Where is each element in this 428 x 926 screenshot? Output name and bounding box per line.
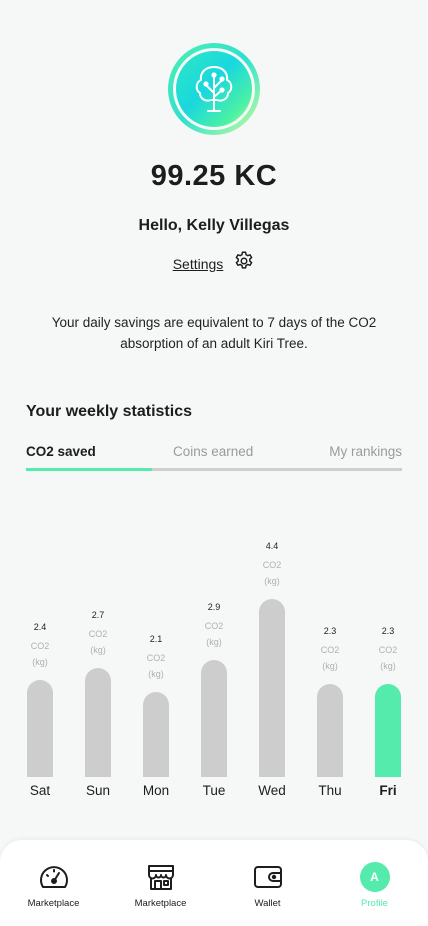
tab-active-indicator [26, 468, 152, 471]
bar-sun [85, 667, 111, 777]
bar-unit-label: (kg) [148, 668, 164, 679]
gear-icon[interactable] [233, 250, 255, 277]
bar-day-label: Fri [379, 783, 397, 798]
bar-unit-label: CO2 [320, 644, 340, 655]
nav-label: Marketplace [27, 898, 80, 909]
bar-unit-label: CO2 [30, 640, 50, 651]
nav-item-marketplace[interactable]: Marketplace [107, 840, 214, 926]
bar-unit-label: CO2 [204, 620, 224, 631]
tree-icon [176, 51, 252, 127]
bar-day-label: Sat [29, 783, 51, 798]
nav-item-wallet[interactable]: Wallet [214, 840, 321, 926]
user-greeting: Hello, Kelly Villegas [138, 217, 290, 234]
wallet-icon [253, 860, 283, 894]
tab-co2-saved[interactable]: CO2 saved [26, 444, 96, 459]
bar-unit-label: (kg) [206, 636, 222, 647]
bar-unit-label: (kg) [322, 660, 338, 671]
avatar-ring [173, 48, 255, 130]
savings-description: Your daily savings are equivalent to 7 d… [51, 315, 377, 351]
bar-unit-label: CO2 [88, 628, 108, 639]
bar-day-label: Wed [258, 783, 286, 798]
bar-value-label: 4.4 [265, 540, 279, 551]
bar-unit-label: CO2 [378, 644, 398, 655]
nav-label: Profile [361, 898, 388, 909]
bar-wed [259, 598, 285, 777]
weekly-stats-title: Your weekly statistics [26, 403, 192, 420]
bar-day-label: Mon [142, 783, 170, 798]
tab-coins-earned[interactable]: Coins earned [173, 444, 253, 459]
profile-icon-wrap: A [359, 860, 390, 894]
bar-unit-label: (kg) [32, 656, 48, 667]
bar-unit-label: (kg) [380, 660, 396, 671]
profile-avatar-icon: A [359, 862, 390, 892]
bar-day-label: Thu [318, 783, 342, 798]
bar-thu [317, 683, 343, 777]
bar-value-label: 2.4 [33, 621, 47, 632]
bar-sat [27, 679, 53, 777]
bar-day-label: Tue [202, 783, 226, 798]
speedometer-icon [38, 860, 70, 894]
nav-item-dashboard[interactable]: Marketplace [0, 840, 107, 926]
bar-value-label: 2.3 [381, 625, 395, 636]
bar-day-label: Sun [85, 783, 111, 798]
bar-unit-label: (kg) [90, 644, 106, 655]
profile-avatar [168, 43, 260, 135]
bar-fri [375, 683, 401, 777]
nav-label: Wallet [254, 898, 281, 909]
stats-tabs: CO2 saved Coins earned My rankings [26, 444, 402, 472]
bar-tue [201, 659, 227, 777]
bar-value-label: 2.3 [323, 625, 337, 636]
bottom-navigation: Marketplace Marketplace Wallet A Profile [0, 840, 428, 926]
bar-value-label: 2.9 [207, 601, 221, 612]
bar-unit-label: CO2 [146, 652, 166, 663]
bar-mon [143, 691, 169, 777]
settings-link[interactable]: Settings [173, 256, 224, 272]
nav-label: Marketplace [134, 898, 187, 909]
store-icon [146, 860, 176, 894]
coin-balance: 99.25 KC [150, 160, 278, 192]
bar-unit-label: CO2 [262, 559, 282, 570]
bar-value-label: 2.1 [149, 633, 163, 644]
bar-value-label: 2.7 [91, 609, 105, 620]
nav-item-profile[interactable]: A Profile [321, 840, 428, 926]
bar-unit-label: (kg) [264, 575, 280, 586]
settings-row: Settings [0, 250, 428, 277]
weekly-co2-chart: 2.4 CO2 (kg) Sat 2.7 CO2 (kg) Sun 2.1 CO2 (kg) Mon 2… [0, 530, 428, 810]
tab-my-rankings[interactable]: My rankings [329, 444, 402, 459]
